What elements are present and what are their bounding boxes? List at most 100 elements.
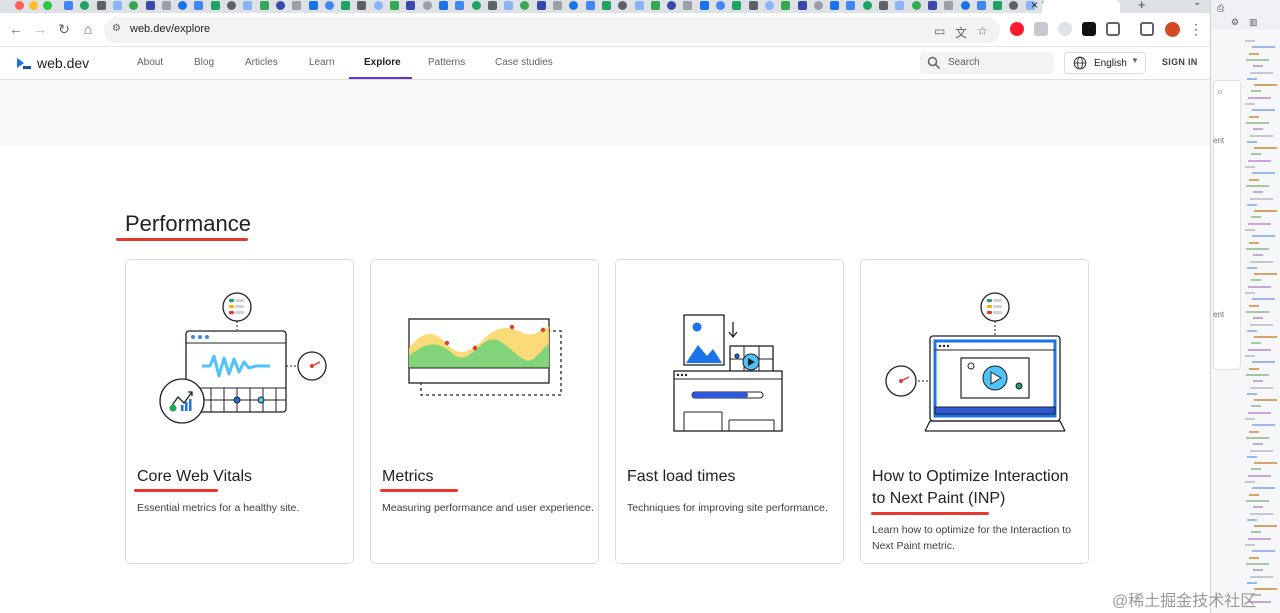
tab-favicon-icon[interactable] — [618, 1, 628, 10]
install-app-icon[interactable]: ▭ — [934, 24, 945, 38]
minimize-window-dot[interactable] — [29, 1, 38, 10]
tab-favicon-icon[interactable] — [471, 1, 481, 10]
tab-favicon-icon[interactable] — [911, 1, 921, 10]
nav-case-studies[interactable]: Case studies — [495, 57, 553, 68]
tab-favicon-icon[interactable] — [846, 1, 856, 10]
tab-favicon-icon[interactable] — [80, 1, 90, 10]
home-icon[interactable]: ⌂ — [78, 19, 98, 39]
card-core-web-vitals[interactable]: Core Web Vitals Essential metrics for a … — [125, 259, 354, 564]
tab-favicon-icon[interactable] — [422, 1, 432, 10]
nav-learn[interactable]: Learn — [309, 57, 335, 68]
tab-favicon-icon[interactable] — [145, 1, 155, 10]
tab-favicon-icon[interactable] — [813, 1, 823, 10]
new-tab-icon[interactable]: + — [1138, 0, 1146, 12]
tab-favicon-icon[interactable] — [64, 1, 73, 10]
tab-favicon-icon[interactable] — [667, 1, 677, 10]
tab-favicon-icon[interactable] — [96, 1, 106, 10]
tab-favicon-icon[interactable] — [716, 1, 725, 10]
tab-search-icon[interactable]: ⌄ — [1193, 0, 1201, 8]
tab-favicon-icon[interactable] — [112, 1, 122, 10]
tab-favicon-icon[interactable] — [585, 1, 595, 10]
tab-favicon-icon[interactable] — [879, 1, 888, 10]
site-search-input[interactable]: Search — [920, 52, 1054, 74]
side-panel-icon[interactable] — [1140, 22, 1154, 36]
tab-close-icon[interactable]: × — [1031, 0, 1038, 12]
profile-avatar[interactable] — [1165, 22, 1180, 37]
active-tab[interactable] — [1042, 0, 1120, 13]
tab-favicon-icon[interactable] — [601, 1, 611, 10]
address-bar[interactable]: ⚙ web.dev/explore ▭ 文 ☆ — [104, 17, 1000, 43]
tab-favicon-icon[interactable] — [569, 1, 579, 10]
tab-favicon-icon[interactable] — [1009, 1, 1019, 10]
tiktok-extension-icon[interactable] — [1082, 22, 1096, 36]
bookmark-star-icon[interactable]: ☆ — [977, 24, 988, 38]
close-window-dot[interactable] — [15, 1, 24, 10]
tab-favicon-icon[interactable] — [553, 1, 562, 10]
tab-favicon-icon[interactable] — [895, 1, 905, 10]
tab-favicon-icon[interactable] — [764, 1, 774, 10]
card-title[interactable]: Fast load times — [627, 466, 837, 488]
web-dev-logo-icon[interactable] — [16, 55, 32, 71]
tab-favicon-icon[interactable] — [797, 1, 807, 10]
tab-favicon-icon[interactable] — [227, 1, 236, 10]
card-title[interactable]: Metrics — [382, 466, 592, 488]
tab-favicon-icon[interactable] — [683, 1, 693, 10]
reload-icon[interactable]: ↻ — [54, 19, 74, 39]
extension-icon[interactable] — [1058, 22, 1072, 36]
tab-favicon-icon[interactable] — [650, 1, 660, 10]
language-selector[interactable]: English ▼ — [1064, 52, 1146, 74]
tab-favicon-icon[interactable] — [781, 1, 791, 10]
devtools-dock-icon[interactable]: ▥ — [1249, 17, 1258, 28]
tab-favicon-icon[interactable] — [520, 1, 530, 10]
tab-favicon-icon[interactable] — [455, 1, 465, 10]
sign-in-button[interactable]: SIGN IN — [1162, 57, 1198, 67]
forward-icon[interactable]: → — [30, 19, 50, 39]
site-info-icon[interactable]: ⚙ — [112, 23, 125, 36]
tab-favicon-icon[interactable] — [373, 1, 383, 10]
tab-favicon-icon[interactable] — [438, 1, 448, 10]
site-logo-text[interactable]: web.dev — [37, 55, 89, 71]
tab-favicon-icon[interactable] — [944, 1, 954, 10]
tab-favicon-icon[interactable] — [748, 1, 758, 10]
tab-favicon-icon[interactable] — [536, 1, 546, 10]
tab-favicon-icon[interactable] — [830, 1, 840, 10]
tab-favicon-icon[interactable] — [732, 1, 742, 10]
card-title[interactable]: Core Web Vitals — [137, 466, 347, 488]
tab-favicon-icon[interactable] — [259, 1, 269, 10]
tab-favicon-icon[interactable] — [292, 1, 302, 10]
tab-favicon-icon[interactable] — [341, 1, 351, 10]
nav-patterns[interactable]: Patterns — [428, 57, 465, 68]
tab-favicon-icon[interactable] — [324, 1, 334, 10]
tab-favicon-icon[interactable] — [275, 1, 285, 10]
extension-icon[interactable] — [1034, 22, 1048, 36]
tab-favicon-icon[interactable] — [504, 1, 514, 10]
devtools-settings-icon[interactable]: ⚙ — [1231, 17, 1239, 28]
card-metrics[interactable]: Metrics Measuring performance and user e… — [370, 259, 599, 564]
tab-favicon-icon[interactable] — [976, 1, 986, 10]
tab-favicon-icon[interactable] — [487, 1, 497, 10]
tab-favicon-icon[interactable] — [243, 1, 253, 10]
url-text[interactable]: web.dev/explore — [130, 23, 210, 35]
tab-favicon-icon[interactable] — [390, 1, 399, 10]
opera-extension-icon[interactable] — [1010, 22, 1024, 36]
nav-about[interactable]: About — [137, 57, 163, 68]
tab-favicon-icon[interactable] — [308, 1, 318, 10]
nav-blog[interactable]: Blog — [194, 57, 214, 68]
tab-favicon-icon[interactable] — [927, 1, 937, 10]
devtools-search-icon[interactable]: ⌕ — [1217, 86, 1223, 99]
translate-icon[interactable]: 文 — [955, 24, 967, 41]
back-icon[interactable]: ← — [6, 19, 26, 39]
tab-favicon-icon[interactable] — [960, 1, 970, 10]
extensions-puzzle-icon[interactable] — [1106, 22, 1120, 36]
card-fast-load-times[interactable]: Fast load times Techniques for improving… — [615, 259, 844, 564]
tab-favicon-icon[interactable] — [129, 1, 139, 10]
card-title[interactable]: How to Optimize Interaction to Next Pain… — [872, 466, 1082, 510]
tab-favicon-icon[interactable] — [210, 1, 220, 10]
nav-explore[interactable]: Explore — [364, 57, 401, 68]
tab-favicon-icon[interactable] — [993, 1, 1003, 10]
tab-favicon-icon[interactable] — [634, 1, 644, 10]
nav-articles[interactable]: Articles — [245, 57, 278, 68]
tab-favicon-icon[interactable] — [357, 1, 367, 10]
devtools-inspect-icon[interactable]: ⎙ — [1217, 3, 1224, 14]
tab-favicon-icon[interactable] — [699, 1, 709, 10]
